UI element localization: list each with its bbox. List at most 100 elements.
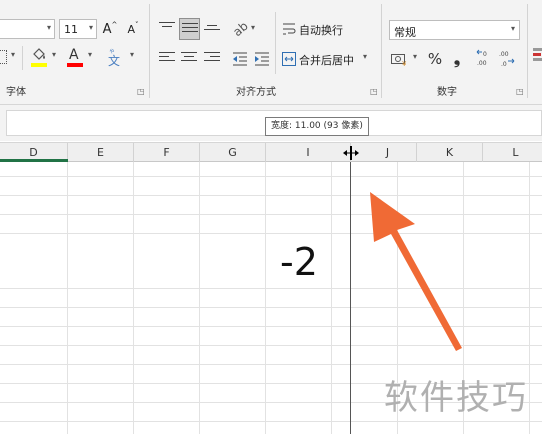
comma-style-button[interactable]: ❟ [447,48,467,70]
chevron-down-icon: ▾ [251,23,256,32]
column-resize-guide [350,162,351,434]
increase-decimal-button[interactable]: 0 .00 [474,48,496,70]
conditional-format-icon [533,48,542,61]
decrease-indent-button[interactable] [230,49,250,69]
column-header-j[interactable]: J [351,143,417,162]
align-right-icon [204,52,220,66]
column-header-k[interactable]: K [417,143,483,162]
chevron-down-icon: ▾ [88,50,93,59]
column-resize-cursor-icon[interactable] [342,146,360,160]
shrink-font-button[interactable]: A ˅ [123,19,143,39]
alignment-group-label: 对齐方式 [236,87,276,98]
orientation-button[interactable]: ab [230,19,250,39]
comma-icon: ❟ [453,49,461,68]
align-bottom-button[interactable] [202,19,222,39]
align-center-icon [181,52,197,66]
number-format-value: 常规 [394,26,416,39]
column-header-f[interactable]: F [134,143,200,162]
svg-text:¥: ¥ [402,60,407,67]
align-bottom-icon [204,19,220,39]
fill-color-button[interactable] [29,47,51,69]
font-color-button[interactable]: A [65,47,87,69]
wrap-text-label: 自动换行 [299,24,343,37]
chevron-down-icon: ▾ [11,50,16,59]
align-middle-button[interactable] [179,18,200,40]
font-dialog-launcher-icon[interactable]: ◳ [137,87,145,96]
orientation-icon: ab [229,18,251,40]
column-width-tooltip: 宽度: 11.00 (93 像素) [265,117,369,136]
decrease-decimal-icon: .00 .0 [499,51,515,68]
percent-icon: % [427,50,443,68]
worksheet-grid[interactable]: -2 软件技巧 [0,162,542,434]
font-color-icon: A [69,47,79,63]
font-group-label: 字体 [6,87,26,98]
align-top-button[interactable] [157,19,177,39]
conditional-format-button[interactable] [532,46,542,72]
grid-line [0,364,542,365]
align-left-button[interactable] [157,49,177,69]
number-group-label: 数字 [437,87,457,98]
column-header-g[interactable]: G [200,143,266,162]
number-dialog-launcher-icon[interactable]: ◳ [516,87,524,96]
alignment-dialog-launcher-icon[interactable]: ◳ [370,87,378,96]
align-left-icon [159,52,175,66]
increase-indent-button[interactable] [252,49,272,69]
column-header-bar: D E F G I J K L [0,142,542,162]
shrink-font-icon: A [127,22,136,36]
increase-decimal-icon: 0 .00 [476,49,487,67]
chevron-down-icon: ▾ [52,50,57,59]
chevron-down-icon: ▾ [46,23,51,32]
align-top-icon [159,22,175,36]
ribbon: ▾ 11 ▾ A ^ A ˅ ▾ ▾ A ▾ ゃ 文 ▾ 字体 ◳ ab ▾ 自… [0,0,542,105]
group-separator [527,4,528,98]
phonetic-button[interactable]: ゃ 文 [103,47,127,69]
wrap-text-icon [283,23,296,35]
grow-font-icon: A [102,21,112,37]
merge-center-button[interactable]: 合并后居中 [282,50,372,70]
grid-line [331,162,332,434]
grid-line [0,176,542,177]
grid-line [265,162,266,434]
font-size-value: 11 [64,23,78,36]
chevron-down-icon: ▾ [510,24,515,33]
align-right-button[interactable] [202,49,222,69]
svg-text:.0: .0 [501,61,507,68]
border-icon [0,50,7,64]
chevron-down-icon: ▾ [88,23,93,32]
separator [22,46,23,70]
grid-line [133,162,134,434]
column-header-i[interactable]: I [266,143,351,162]
font-name-select[interactable]: ▾ [0,19,55,39]
grid-line [529,162,530,434]
svg-text:.00: .00 [477,60,487,67]
align-middle-icon [181,21,198,37]
chevron-down-icon: ▾ [413,52,418,61]
chevron-down-icon: ▾ [130,50,135,59]
paint-bucket-icon [33,48,45,60]
svg-text:.00: .00 [499,51,509,58]
watermark: 软件技巧 [384,378,528,418]
column-header-l[interactable]: L [483,143,542,162]
fill-color-swatch [31,63,47,67]
grow-font-button[interactable]: A ^ [100,19,120,39]
number-format-select[interactable]: 常规 ▾ [389,20,520,40]
increase-indent-icon [255,52,269,66]
align-center-button[interactable] [179,49,199,69]
grid-line [0,421,542,422]
grid-line [199,162,200,434]
grid-line [67,162,68,434]
decrease-decimal-button[interactable]: .00 .0 [498,48,520,70]
font-size-select[interactable]: 11 ▾ [59,19,97,39]
column-header-e[interactable]: E [68,143,134,162]
cell-value[interactable]: -2 [280,240,318,284]
font-color-swatch [67,63,83,67]
percent-style-button[interactable]: % [425,48,445,70]
separator [275,12,276,74]
annotation-arrow-icon [370,192,462,351]
group-separator [149,4,150,98]
decrease-indent-icon [233,52,247,66]
wrap-text-button[interactable]: 自动换行 [282,20,372,40]
currency-icon: ¥ [391,54,407,67]
chevron-down-icon: ▾ [363,52,368,61]
svg-text:0: 0 [483,51,487,58]
